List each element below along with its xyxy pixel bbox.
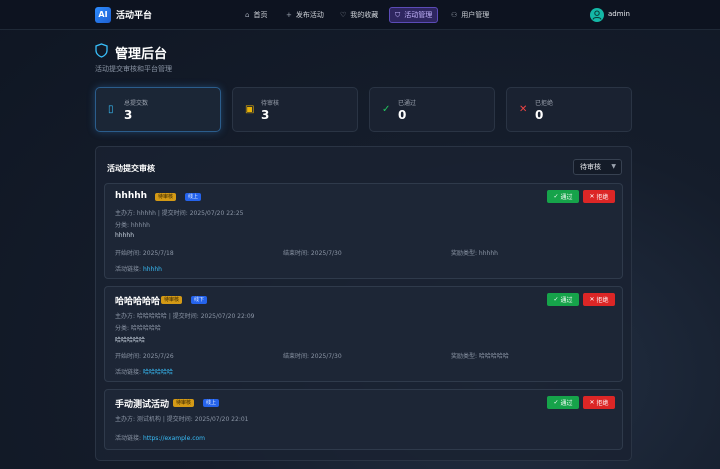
page-title: 管理后台 (115, 47, 168, 62)
submission-title: hhhhh (115, 191, 148, 201)
submission-card: hhhhh 待审核 线上 主办方: hhhhh | 提交时间: 2025/07/… (104, 183, 623, 279)
stat-card-approved[interactable]: ✓ 已通过 0 (369, 87, 495, 132)
approve-button[interactable]: ✓ 通过 (547, 293, 579, 306)
check-icon: ✓ (553, 193, 559, 200)
filter-value: 待审核 (580, 163, 601, 171)
close-icon: ✕ (589, 193, 595, 200)
activity-link[interactable]: 哈哈哈哈哈 (143, 369, 173, 376)
logo-icon[interactable]: AI (95, 7, 111, 23)
activity-link-row: 活动链接: https://example.com (115, 433, 205, 442)
shield-icon: ⛉ (395, 10, 401, 19)
reject-button[interactable]: ✕ 拒绝 (583, 396, 615, 409)
page-subtitle: 活动提交审核和平台管理 (95, 65, 172, 73)
nav-item-publish[interactable]: + 发布活动 (281, 7, 329, 23)
reject-button[interactable]: ✕ 拒绝 (583, 190, 615, 203)
avatar[interactable] (590, 8, 604, 22)
stat-value: 0 (535, 108, 544, 122)
mode-badge: 线上 (203, 399, 220, 407)
reject-label: 拒绝 (596, 400, 609, 407)
status-badge: 待审核 (155, 193, 177, 201)
nav-item-activity-management[interactable]: ⛉ 活动管理 (389, 7, 439, 23)
plus-icon: + (286, 11, 292, 19)
panel-title: 活动提交审核 (107, 164, 155, 173)
start-time: 开始时间: 2025/7/26 (115, 353, 174, 360)
nav-item-label: 首页 (253, 11, 268, 19)
check-icon: ✓ (553, 399, 559, 406)
link-label: 活动链接: (115, 266, 142, 273)
close-icon: ✕ (519, 104, 528, 115)
stat-label: 待审核 (261, 100, 280, 107)
submission-card: 哈哈哈哈哈 待审核 线下 主办方: 哈哈哈哈哈 | 提交时间: 2025/07/… (104, 286, 623, 382)
approve-label: 通过 (560, 194, 573, 201)
end-time: 结束时间: 2025/7/30 (283, 250, 342, 257)
approve-label: 通过 (560, 400, 573, 407)
approve-label: 通过 (560, 297, 573, 304)
submission-category: 分类: 哈哈哈哈哈 (115, 325, 161, 332)
users-icon: ⚇ (451, 11, 458, 19)
status-filter-select[interactable]: 待审核 ▼ (573, 159, 622, 175)
approve-button[interactable]: ✓ 通过 (547, 396, 579, 409)
document-icon: ▯ (108, 104, 114, 115)
stat-card-pending[interactable]: ▣ 待审核 3 (232, 87, 358, 132)
stat-label: 总提交数 (124, 100, 149, 107)
chevron-down-icon: ▼ (611, 163, 616, 170)
mode-badge: 线下 (191, 296, 208, 304)
top-navbar: AI 活动平台 ⌂ 首页 + 发布活动 ♡ 我的收藏 ⛉ 活动管理 ⚇ 用户管理… (0, 0, 720, 30)
end-time: 结束时间: 2025/7/30 (283, 353, 342, 360)
submission-title: 哈哈哈哈哈 (115, 297, 161, 307)
approve-button[interactable]: ✓ 通过 (547, 190, 579, 203)
brand-name[interactable]: 活动平台 (116, 8, 152, 21)
close-icon: ✕ (589, 296, 595, 303)
stat-card-total[interactable]: ▯ 总提交数 3 (95, 87, 221, 132)
submission-meta: 主办方: 哈哈哈哈哈 | 提交时间: 2025/07/20 22:09 (115, 313, 255, 320)
heart-icon: ♡ (340, 11, 347, 19)
stat-value: 3 (261, 108, 270, 122)
user-icon (592, 10, 602, 20)
username[interactable]: admin (608, 10, 630, 18)
activity-link[interactable]: https://example.com (143, 435, 205, 442)
nav-item-label: 用户管理 (461, 11, 490, 19)
shield-icon (95, 43, 108, 58)
nav-item-label: 活动管理 (404, 11, 433, 19)
stat-value: 3 (124, 108, 133, 122)
stat-label: 已通过 (398, 100, 417, 107)
status-badge: 待审核 (161, 296, 183, 304)
submission-meta: 主办方: 测试机构 | 提交时间: 2025/07/20 22:01 (115, 416, 249, 423)
mode-badge: 线上 (185, 193, 202, 201)
reward-type: 奖励类型: hhhhh (451, 250, 498, 257)
nav-item-favorites[interactable]: ♡ 我的收藏 (335, 7, 383, 23)
submission-category: 分类: hhhhh (115, 222, 150, 229)
nav-item-user-management[interactable]: ⚇ 用户管理 (446, 7, 494, 23)
home-icon: ⌂ (245, 11, 250, 19)
link-label: 活动链接: (115, 435, 142, 442)
reject-label: 拒绝 (596, 194, 609, 201)
nav-item-home[interactable]: ⌂ 首页 (240, 7, 272, 23)
review-panel: 活动提交审核 待审核 ▼ hhhhh 待审核 线上 主办方: hhhhh | 提… (95, 146, 632, 461)
reward-type: 奖励类型: 哈哈哈哈哈 (451, 353, 509, 360)
stat-value: 0 (398, 108, 407, 122)
status-badge: 待审核 (173, 399, 195, 407)
link-label: 活动链接: (115, 369, 142, 376)
stat-card-rejected[interactable]: ✕ 已拒绝 0 (506, 87, 632, 132)
submission-meta: 主办方: hhhhh | 提交时间: 2025/07/20 22:25 (115, 210, 244, 217)
activity-link-row: 活动链接: 哈哈哈哈哈 (115, 367, 173, 376)
stat-label: 已拒绝 (535, 100, 554, 107)
submission-title: 手动测试活动 (115, 400, 170, 410)
check-icon: ✓ (553, 296, 559, 303)
close-icon: ✕ (589, 399, 595, 406)
check-icon: ✓ (382, 104, 391, 115)
calendar-icon: ▣ (245, 104, 255, 115)
submission-description: hhhhh (115, 232, 135, 239)
nav-item-label: 发布活动 (295, 11, 324, 19)
start-time: 开始时间: 2025/7/18 (115, 250, 174, 257)
submission-card: 手动测试活动 待审核 线上 主办方: 测试机构 | 提交时间: 2025/07/… (104, 389, 623, 450)
activity-link-row: 活动链接: hhhhh (115, 264, 162, 273)
reject-label: 拒绝 (596, 297, 609, 304)
reject-button[interactable]: ✕ 拒绝 (583, 293, 615, 306)
submission-description: 哈哈哈哈哈 (115, 337, 146, 344)
activity-link[interactable]: hhhhh (143, 266, 162, 273)
nav-item-label: 我的收藏 (350, 11, 379, 19)
